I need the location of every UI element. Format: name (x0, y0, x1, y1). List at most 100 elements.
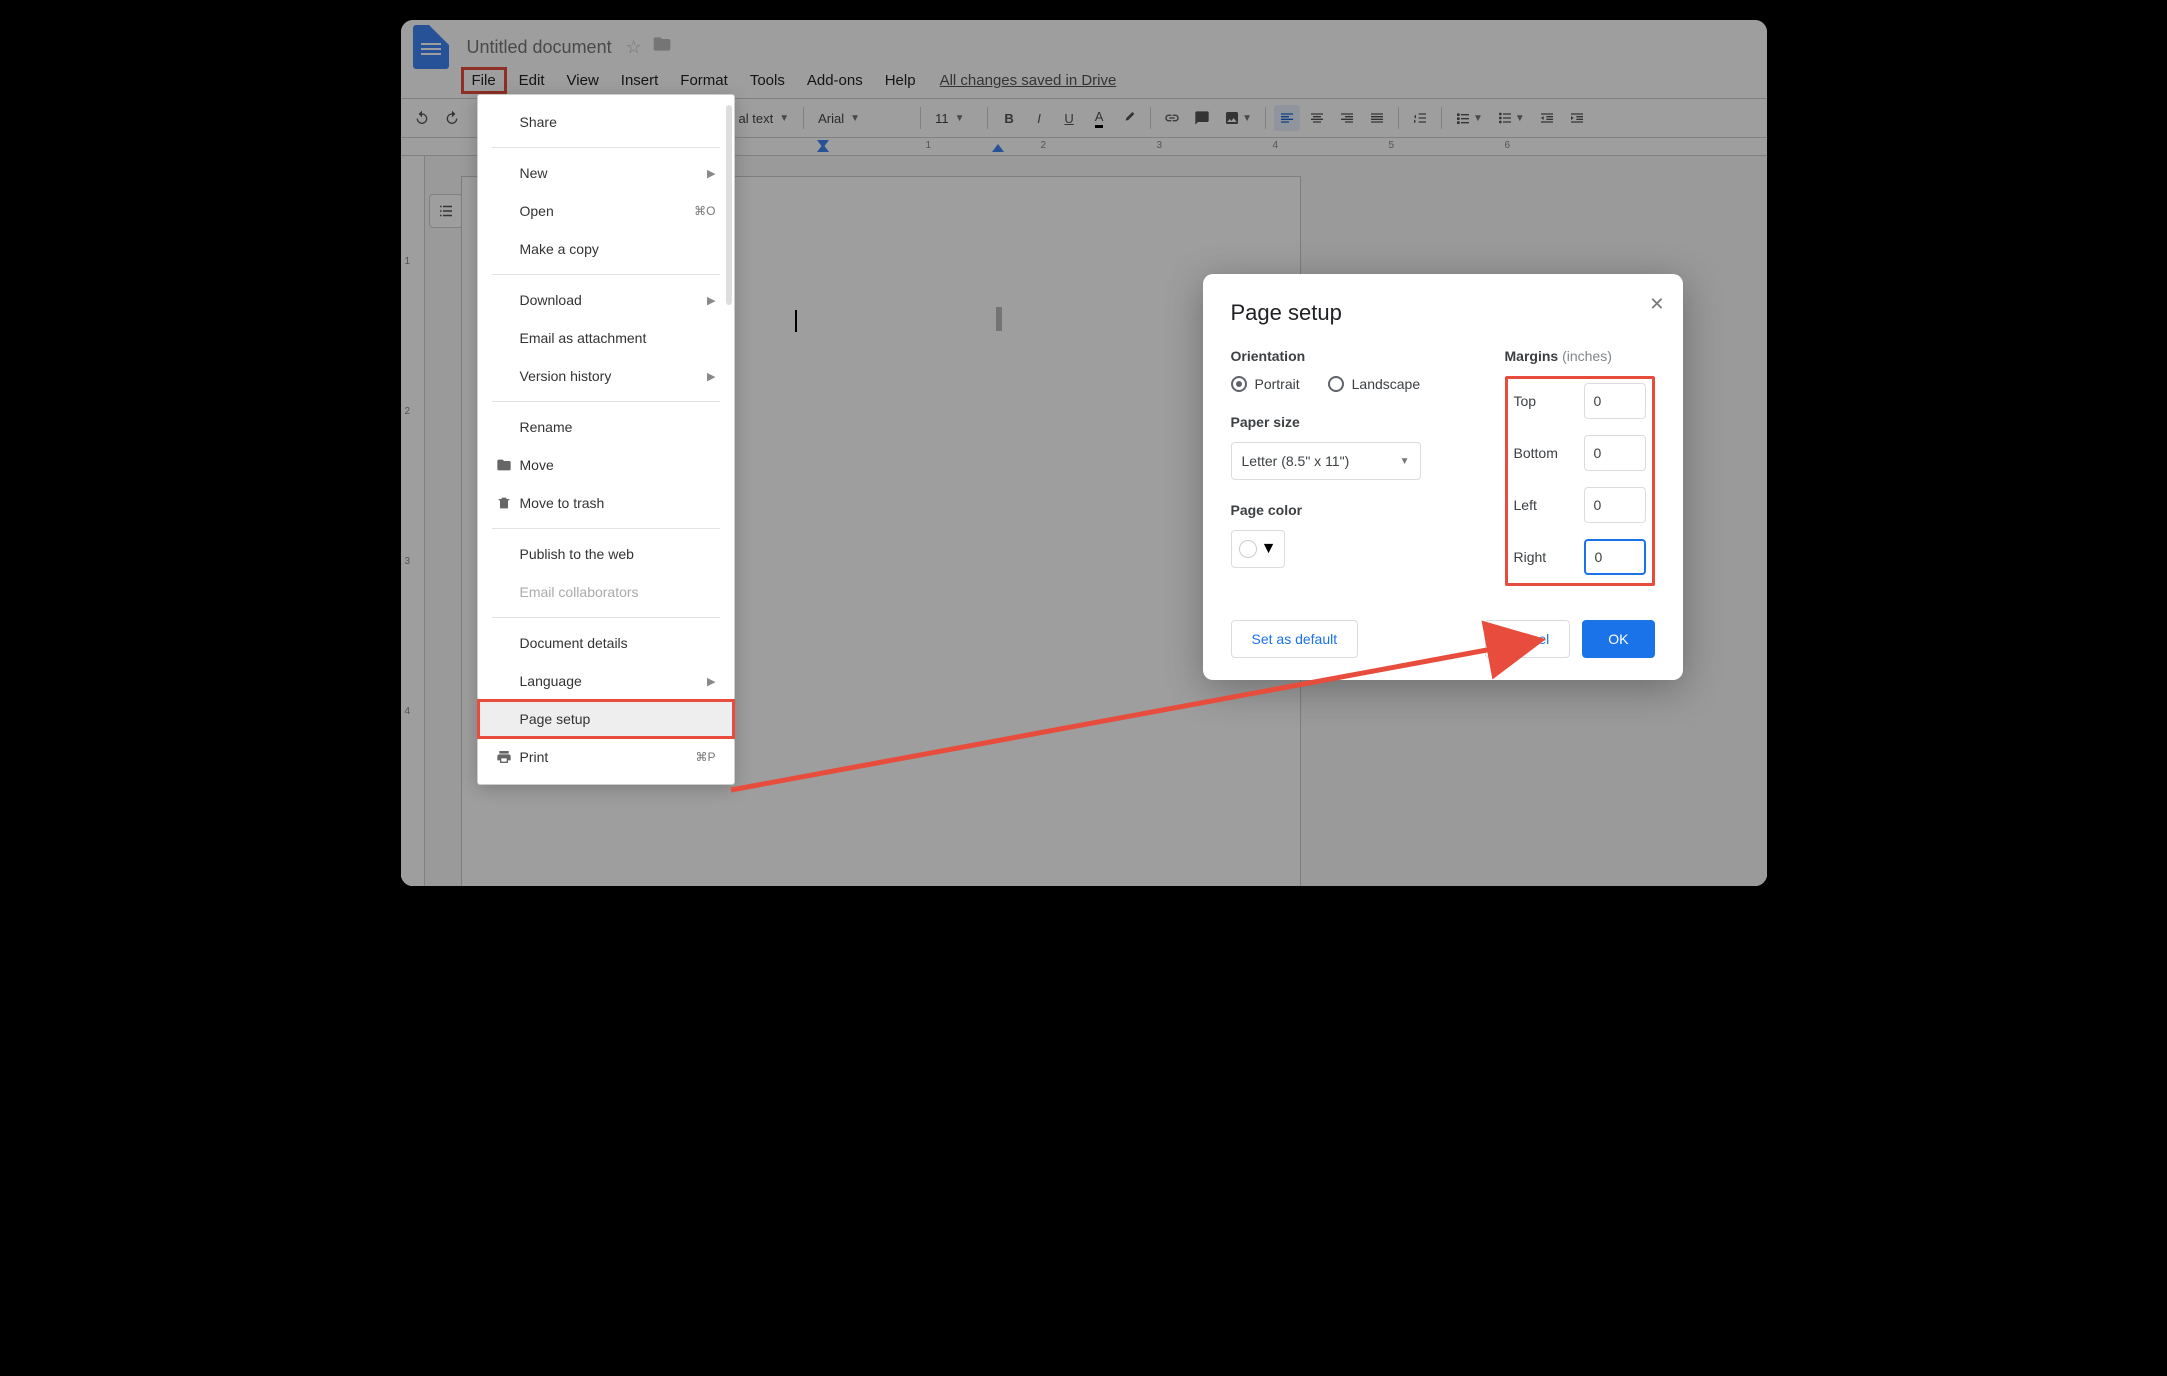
color-swatch-icon (1239, 540, 1257, 558)
align-right-icon[interactable] (1334, 105, 1360, 131)
document-title[interactable]: Untitled document (467, 37, 612, 58)
align-justify-icon[interactable] (1364, 105, 1390, 131)
margin-left-input[interactable] (1584, 487, 1646, 523)
submenu-arrow-icon: ▶ (707, 675, 715, 688)
increase-indent-icon[interactable] (1564, 105, 1590, 131)
page-setup-dialog: ✕ Page setup Orientation Portrait Landsc… (1203, 274, 1683, 680)
menu-item-rename[interactable]: Rename (478, 408, 734, 446)
menu-file[interactable]: File (461, 67, 507, 94)
margin-bottom-input[interactable] (1584, 435, 1646, 471)
menu-item-print[interactable]: Print⌘P (478, 738, 734, 776)
insert-link-icon[interactable] (1159, 105, 1185, 131)
ruler-tick: 3 (1157, 140, 1163, 151)
underline-icon[interactable]: U (1056, 105, 1082, 131)
paper-size-dropdown[interactable]: Letter (8.5" x 11")▼ (1231, 442, 1421, 480)
italic-icon[interactable]: I (1026, 105, 1052, 131)
selection-handle (996, 307, 1002, 331)
undo-icon[interactable] (409, 105, 435, 131)
close-icon[interactable]: ✕ (1649, 294, 1664, 315)
decrease-indent-icon[interactable] (1534, 105, 1560, 131)
ruler-tick: 5 (1389, 140, 1395, 151)
ruler-tick: 6 (1505, 140, 1511, 151)
star-icon[interactable]: ☆ (626, 37, 642, 58)
menu-view[interactable]: View (557, 68, 609, 93)
insert-comment-icon[interactable] (1189, 105, 1215, 131)
submenu-arrow-icon: ▶ (707, 167, 715, 180)
ruler-tick: 1 (926, 140, 932, 151)
menu-tools[interactable]: Tools (740, 68, 795, 93)
margin-top-label: Top (1514, 393, 1537, 409)
menu-edit[interactable]: Edit (509, 68, 555, 93)
menu-format[interactable]: Format (670, 68, 738, 93)
orientation-landscape-radio[interactable]: Landscape (1328, 376, 1421, 392)
margin-top-input[interactable] (1584, 383, 1646, 419)
menu-addons[interactable]: Add-ons (797, 68, 873, 93)
set-as-default-button[interactable]: Set as default (1231, 620, 1359, 658)
align-center-icon[interactable] (1304, 105, 1330, 131)
bulleted-list-icon[interactable]: ▼ (1492, 105, 1530, 131)
text-cursor (795, 310, 797, 332)
margins-highlight: Top Bottom Left Right (1505, 376, 1655, 586)
insert-image-icon[interactable]: ▼ (1219, 105, 1257, 131)
orientation-portrait-radio[interactable]: Portrait (1231, 376, 1300, 392)
menu-item-move[interactable]: Move (478, 446, 734, 484)
menu-item-new[interactable]: New▶ (478, 154, 734, 192)
paper-size-label: Paper size (1231, 414, 1475, 430)
menu-item-language[interactable]: Language▶ (478, 662, 734, 700)
submenu-arrow-icon: ▶ (707, 294, 715, 307)
vertical-ruler[interactable]: 1 2 3 4 (401, 156, 425, 886)
folder-icon (496, 457, 520, 473)
bold-icon[interactable]: B (996, 105, 1022, 131)
text-color-icon[interactable]: A (1086, 105, 1112, 131)
left-indent-marker[interactable] (817, 144, 829, 152)
ok-button[interactable]: OK (1582, 620, 1654, 658)
ruler-tick: 2 (405, 406, 411, 417)
title-bar: Untitled document ☆ (401, 20, 1767, 68)
align-left-icon[interactable] (1274, 105, 1300, 131)
font-family-dropdown[interactable]: Arial▼ (812, 111, 912, 126)
trash-icon (496, 495, 520, 511)
cancel-button[interactable]: Cancel (1485, 620, 1571, 658)
page-color-label: Page color (1231, 502, 1475, 518)
menu-item-publish-web[interactable]: Publish to the web (478, 535, 734, 573)
file-dropdown-menu: Share New▶ Open⌘O Make a copy Download▶ … (477, 94, 735, 785)
page-color-dropdown[interactable]: ▼ (1231, 530, 1285, 568)
font-size-dropdown[interactable]: 11▼ (929, 111, 979, 126)
margin-left-label: Left (1514, 497, 1537, 513)
redo-icon[interactable] (439, 105, 465, 131)
margin-bottom-label: Bottom (1514, 445, 1558, 461)
menu-item-version-history[interactable]: Version history▶ (478, 357, 734, 395)
menu-item-make-copy[interactable]: Make a copy (478, 230, 734, 268)
orientation-label: Orientation (1231, 348, 1475, 364)
save-status[interactable]: All changes saved in Drive (940, 72, 1117, 89)
dialog-title: Page setup (1231, 300, 1655, 326)
ruler-tick: 1 (405, 256, 411, 267)
ruler-tick: 2 (1041, 140, 1047, 151)
menu-item-download[interactable]: Download▶ (478, 281, 734, 319)
paragraph-style-dropdown[interactable]: al text▼ (733, 111, 796, 126)
menu-item-open[interactable]: Open⌘O (478, 192, 734, 230)
right-indent-marker[interactable] (992, 144, 1004, 152)
margin-right-input[interactable] (1584, 539, 1646, 575)
menu-item-page-setup[interactable]: Page setup (478, 700, 734, 738)
ruler-tick: 4 (1273, 140, 1279, 151)
margins-label: Margins (inches) (1505, 348, 1655, 364)
ruler-tick: 3 (405, 556, 411, 567)
checklist-icon[interactable]: ▼ (1450, 105, 1488, 131)
menu-item-share[interactable]: Share (478, 103, 734, 141)
highlight-color-icon[interactable] (1116, 105, 1142, 131)
move-folder-icon[interactable] (652, 34, 672, 60)
show-outline-button[interactable] (429, 194, 463, 228)
submenu-arrow-icon: ▶ (707, 370, 715, 383)
menu-item-email-attachment[interactable]: Email as attachment (478, 319, 734, 357)
menu-insert[interactable]: Insert (611, 68, 669, 93)
menu-item-email-collaborators: Email collaborators (478, 573, 734, 611)
margin-right-label: Right (1514, 549, 1547, 565)
menu-help[interactable]: Help (875, 68, 926, 93)
ruler-tick: 4 (405, 706, 411, 717)
menu-item-move-to-trash[interactable]: Move to trash (478, 484, 734, 522)
docs-logo-icon[interactable] (413, 25, 449, 69)
line-spacing-icon[interactable] (1407, 105, 1433, 131)
chevron-down-icon: ▼ (1261, 540, 1277, 558)
menu-item-document-details[interactable]: Document details (478, 624, 734, 662)
